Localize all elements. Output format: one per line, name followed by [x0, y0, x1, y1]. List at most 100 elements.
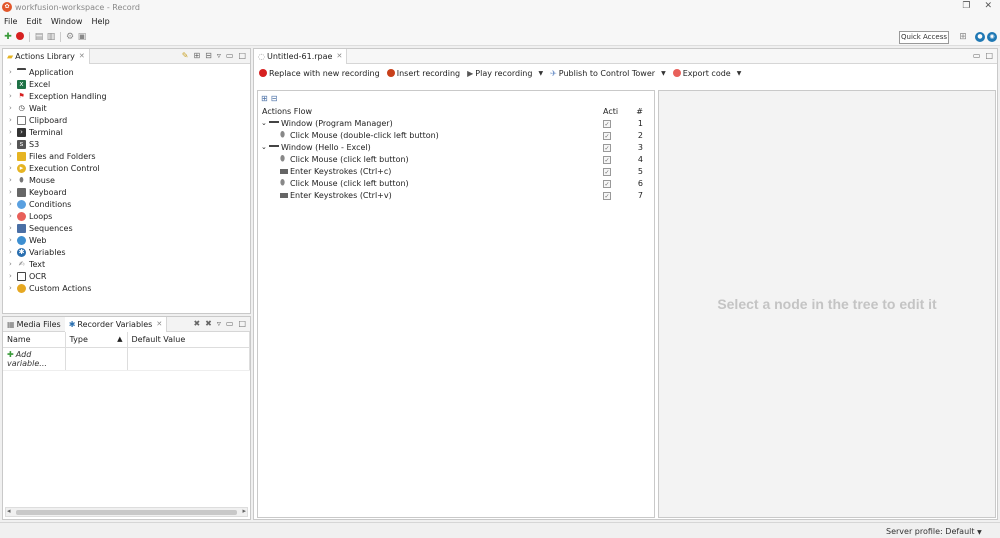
add-variable-cell[interactable]: ✚ Add variable... — [3, 347, 66, 371]
tree-item-text[interactable]: › ✍ Text — [3, 258, 250, 270]
replace-recording-button[interactable]: Replace with new recording — [259, 69, 380, 78]
scrollbar-thumb[interactable] — [16, 510, 237, 515]
tab-editor-file[interactable]: ◌ Untitled-61.rpae ✕ — [254, 48, 348, 64]
remove-all-icon[interactable]: ✖ — [205, 319, 212, 328]
tree-item-execution-control[interactable]: › ▸ Execution Control — [3, 162, 250, 174]
tree-item-excel[interactable]: › x Excel — [3, 78, 250, 90]
view-menu-icon[interactable]: ▿ — [217, 51, 221, 60]
close-tab-icon[interactable]: ✕ — [156, 320, 162, 328]
tree-item-mouse[interactable]: › ⬮ Mouse — [3, 174, 250, 186]
maximize-icon[interactable]: □ — [238, 51, 246, 60]
tree-item-s3[interactable]: › s S3 — [3, 138, 250, 150]
save-icon[interactable]: ▤ — [34, 32, 44, 42]
minimize-icon[interactable]: ▭ — [226, 51, 234, 60]
export-icon[interactable]: ▣ — [77, 32, 87, 42]
tree-item-loops[interactable]: › Loops — [3, 210, 250, 222]
play-dropdown-icon[interactable]: ▼ — [538, 70, 543, 77]
save-all-icon[interactable]: ▥ — [46, 32, 56, 42]
expand-all-icon[interactable]: ⊞ — [261, 94, 268, 103]
remove-variable-icon[interactable]: ✖ — [193, 319, 200, 328]
settings-icon[interactable]: ⚙ — [65, 32, 75, 42]
pin-icon[interactable]: ✎ — [182, 51, 189, 60]
play-recording-button[interactable]: ▶ Play recording ▼ — [467, 69, 543, 78]
tab-media-files[interactable]: ▦ Media Files — [3, 317, 65, 332]
col-name[interactable]: Name — [3, 332, 66, 348]
menu-file[interactable]: File — [4, 17, 17, 26]
tree-item-ocr[interactable]: › OCR — [3, 270, 250, 282]
window-icon — [17, 67, 26, 77]
tab-actions-library[interactable]: ▰ Actions Library ✕ — [3, 48, 90, 64]
actions-flow-panel: ⊞ ⊟ Actions Flow Acti # ⌄ Window (Progra… — [257, 90, 655, 518]
server-profile-selector[interactable]: Server profile: Default ▼ — [886, 527, 982, 536]
minimize-icon[interactable]: ▭ — [973, 51, 981, 60]
tree-item-terminal[interactable]: › › Terminal — [3, 126, 250, 138]
chevron-down-icon[interactable]: ⌄ — [261, 143, 269, 151]
export-code-button[interactable]: Export code ▼ — [672, 69, 742, 78]
tree-item-conditions[interactable]: › Conditions — [3, 198, 250, 210]
flow-row-click-mouse[interactable]: ⬮ Click Mouse (click left button) ✓ 4 — [258, 153, 654, 165]
tree-item-web[interactable]: › Web — [3, 234, 250, 246]
tree-item-keyboard[interactable]: › Keyboard — [3, 186, 250, 198]
export-dropdown-icon[interactable]: ▼ — [737, 70, 742, 77]
flow-row-enter-keystrokes[interactable]: Enter Keystrokes (Ctrl+c) ✓ 5 — [258, 165, 654, 177]
col-acti[interactable]: Acti — [603, 107, 618, 116]
minimize-icon[interactable]: ▭ — [226, 319, 234, 328]
horizontal-scrollbar[interactable]: ◂ ▸ — [5, 507, 248, 517]
collapse-all-icon[interactable]: ⊟ — [271, 94, 278, 103]
active-checkbox[interactable]: ✓ — [603, 131, 611, 140]
tree-item-files-and-folders[interactable]: › Files and Folders — [3, 150, 250, 162]
publish-button[interactable]: ✈ Publish to Control Tower ▼ — [550, 69, 666, 78]
active-checkbox[interactable]: ✓ — [603, 143, 611, 152]
flow-row-click-mouse[interactable]: ⬮ Click Mouse (click left button) ✓ 6 — [258, 177, 654, 189]
tree-item-sequences[interactable]: › Sequences — [3, 222, 250, 234]
tree-item-clipboard[interactable]: › Clipboard — [3, 114, 250, 126]
workfusion-logo-icon: ✿ — [2, 2, 12, 12]
publish-icon: ✈ — [550, 68, 557, 78]
s3-icon: s — [17, 139, 26, 149]
new-recording-icon[interactable]: ✚ — [3, 32, 13, 42]
perspective-debug-icon[interactable]: ◉ — [987, 32, 997, 42]
view-menu-icon[interactable]: ▿ — [217, 319, 221, 328]
menu-edit[interactable]: Edit — [26, 17, 42, 26]
tree-item-wait[interactable]: › ◷ Wait — [3, 102, 250, 114]
maximize-icon[interactable]: □ — [985, 51, 993, 60]
tree-item-exception-handling[interactable]: › ⚑ Exception Handling — [3, 90, 250, 102]
table-row[interactable]: ✚ Add variable... — [3, 347, 250, 371]
flow-row-enter-keystrokes[interactable]: Enter Keystrokes (Ctrl+v) ✓ 7 — [258, 189, 654, 201]
record-icon[interactable] — [15, 31, 25, 42]
flow-row-window-program-manager[interactable]: ⌄ Window (Program Manager) ✓ 1 — [258, 117, 654, 129]
quick-access-field[interactable]: Quick Access — [899, 31, 949, 44]
close-window-icon[interactable]: ✕ — [984, 1, 992, 11]
tree-item-application[interactable]: › Application — [3, 66, 250, 78]
flow-row-window-hello-excel[interactable]: ⌄ Window (Hello - Excel) ✓ 3 — [258, 141, 654, 153]
maximize-icon[interactable]: □ — [238, 319, 246, 328]
col-default-value[interactable]: Default Value — [127, 332, 250, 348]
restore-window-icon[interactable]: ❐ — [962, 1, 970, 11]
tab-recorder-variables[interactable]: ✱ Recorder Variables ✕ — [64, 316, 168, 332]
actions-tree: › Application › x Excel › ⚑ Exception Handli… — [3, 64, 250, 294]
open-perspective-icon[interactable]: ⊞ — [958, 32, 968, 42]
publish-dropdown-icon[interactable]: ▼ — [661, 70, 666, 77]
expand-all-icon[interactable]: ⊞ — [193, 51, 200, 60]
tree-item-variables[interactable]: › ✱ Variables — [3, 246, 250, 258]
tree-item-custom-actions[interactable]: › Custom Actions — [3, 282, 250, 294]
chevron-down-icon[interactable]: ⌄ — [261, 119, 269, 127]
insert-recording-button[interactable]: Insert recording — [386, 69, 460, 78]
folder-icon — [17, 151, 26, 161]
active-checkbox[interactable]: ✓ — [603, 155, 611, 164]
col-num[interactable]: # — [631, 107, 643, 116]
flow-row-click-mouse[interactable]: ⬮ Click Mouse (double-click left button)… — [258, 129, 654, 141]
active-checkbox[interactable]: ✓ — [603, 167, 611, 176]
collapse-all-icon[interactable]: ⊟ — [205, 51, 212, 60]
scroll-left-icon[interactable]: ◂ — [7, 507, 11, 515]
perspective-recorder-icon[interactable]: ● — [975, 32, 985, 42]
close-tab-icon[interactable]: ✕ — [336, 52, 342, 60]
active-checkbox[interactable]: ✓ — [603, 119, 611, 128]
scroll-right-icon[interactable]: ▸ — [242, 507, 246, 515]
menu-help[interactable]: Help — [91, 17, 109, 26]
active-checkbox[interactable]: ✓ — [603, 179, 611, 188]
active-checkbox[interactable]: ✓ — [603, 191, 611, 200]
close-tab-icon[interactable]: ✕ — [79, 52, 85, 60]
menu-window[interactable]: Window — [51, 17, 83, 26]
col-type[interactable]: Type ▲ — [65, 332, 128, 348]
